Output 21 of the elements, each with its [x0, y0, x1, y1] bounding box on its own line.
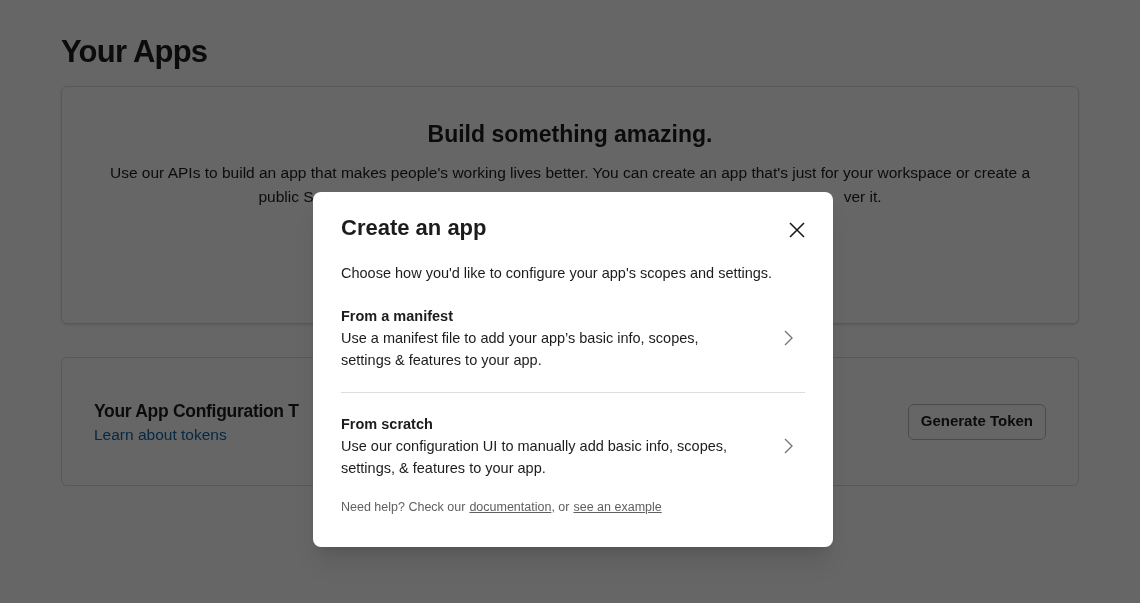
intro-text: Use our APIs to build an app that makes people's working lives better. You can create an app that's just for your workspace or create a: [109, 163, 1031, 183]
chevron-right-icon: [784, 438, 793, 454]
option-title: From scratch: [341, 415, 433, 434]
option-description: Use a manifest file to add your app’s basic info, scopes, settings & features to your app.: [341, 329, 700, 370]
page-title: Your Apps: [61, 33, 208, 71]
help-text: Need help? Check our: [341, 499, 466, 516]
generate-token-button[interactable]: Generate Token: [907, 403, 1046, 440]
token-title: Your App Configuration T: [94, 399, 299, 423]
intro-text: public S: [258, 187, 314, 207]
dialog-title: Create an app: [341, 214, 487, 242]
dialog-subtitle: Choose how you'd like to configure your app's scopes and settings.: [341, 264, 773, 283]
option-row[interactable]: From scratch Use our configuration UI to manually add basic info, scopes, settings, & features to your app.: [341, 393, 805, 490]
help-text: , or: [551, 499, 570, 516]
example-link[interactable]: see an example: [573, 498, 662, 516]
intro-heading: Build something amazing.: [427, 120, 713, 149]
option-row[interactable]: From a manifest Use a manifest file to add your app’s basic info, scopes, settings & features to your app.: [341, 294, 805, 393]
option-title: From a manifest: [341, 307, 453, 326]
intro-text: ver it.: [843, 187, 882, 207]
chevron-right-icon: [784, 330, 793, 346]
close-icon: [789, 222, 805, 238]
option-description: Use our configuration UI to manually add basic info, scopes, settings, & features to your app.: [341, 437, 729, 478]
